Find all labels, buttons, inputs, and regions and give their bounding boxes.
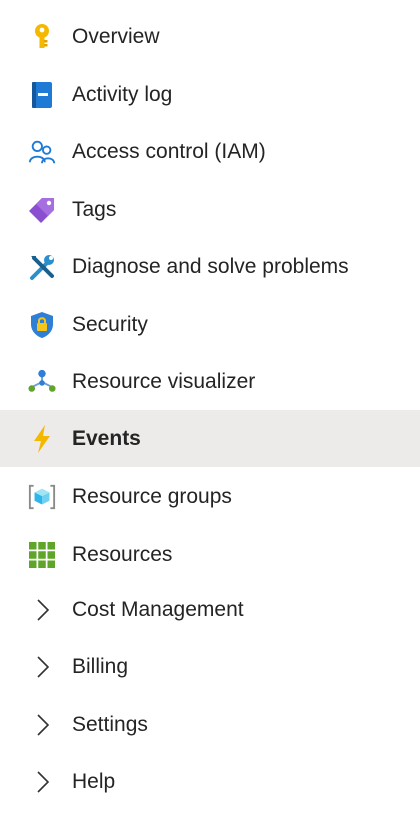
menu-item-tags[interactable]: Tags [0, 181, 420, 238]
wrench-screwdriver-icon [28, 253, 56, 281]
menu-item-label: Diagnose and solve problems [72, 254, 349, 278]
menu-item-label: Resource visualizer [72, 369, 256, 393]
chevron-right-icon[interactable] [28, 653, 56, 681]
menu-item-label: Security [72, 312, 148, 336]
menu-item-diagnose[interactable]: Diagnose and solve problems [0, 238, 420, 295]
menu-item-label: Resource groups [72, 484, 232, 508]
chevron-right-icon[interactable] [28, 596, 56, 624]
menu-group-label: Help [72, 769, 116, 793]
menu-group-cost-management[interactable]: Cost Management [0, 581, 420, 638]
menu-item-access-control[interactable]: Access control (IAM) [0, 123, 420, 180]
lightning-bolt-icon [28, 424, 56, 453]
chevron-right-icon[interactable] [28, 711, 56, 739]
menu-item-label: Resources [72, 542, 173, 566]
menu-item-label: Activity log [72, 82, 173, 106]
menu-item-label: Tags [72, 197, 117, 221]
menu-item-activity-log[interactable]: Activity log [0, 66, 420, 123]
activity-log-icon [28, 81, 56, 109]
menu-group-settings[interactable]: Settings [0, 696, 420, 753]
menu-item-resources[interactable]: Resources [0, 526, 420, 583]
menu-item-resource-visualizer[interactable]: Resource visualizer [0, 353, 420, 410]
menu-group-label: Cost Management [72, 597, 244, 621]
menu-item-label: Overview [72, 24, 160, 48]
menu-group-label: Billing [72, 654, 129, 678]
menu-item-label: Events [72, 426, 141, 450]
resource-menu: Overview Activity log Access control (IA… [0, 0, 420, 834]
menu-group-label: Settings [72, 712, 148, 736]
menu-group-help[interactable]: Help [0, 753, 420, 810]
key-icon [28, 23, 56, 51]
hierarchy-icon [28, 368, 56, 396]
shield-lock-icon [28, 311, 56, 339]
people-icon [28, 138, 56, 166]
menu-item-overview[interactable]: Overview [0, 8, 420, 65]
menu-item-events[interactable]: Events [0, 410, 420, 467]
tag-icon [28, 196, 56, 224]
menu-item-resource-groups[interactable]: Resource groups [0, 468, 420, 525]
resource-group-cube-icon [28, 483, 56, 511]
menu-group-billing[interactable]: Billing [0, 638, 420, 695]
menu-item-label: Access control (IAM) [72, 139, 266, 163]
grid-icon [28, 541, 56, 569]
menu-item-security[interactable]: Security [0, 296, 420, 353]
chevron-right-icon[interactable] [28, 768, 56, 796]
